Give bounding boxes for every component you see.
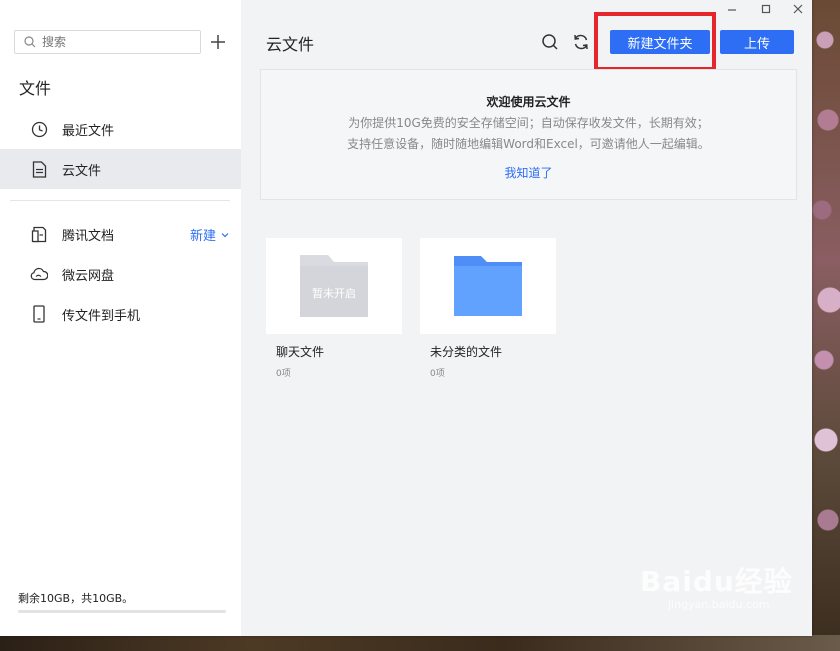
clock-icon [30, 120, 48, 138]
sidebar-item-send-to-phone[interactable]: 传文件到手机 [0, 294, 241, 334]
close-button[interactable] [789, 2, 807, 16]
sidebar-item-weiyun[interactable]: 微云网盘 [0, 254, 241, 294]
sidebar-item-cloud-files[interactable]: 云文件 [0, 149, 241, 189]
folder-thumbnail [420, 238, 556, 334]
tencent-docs-icon [30, 225, 48, 243]
phone-icon [30, 305, 48, 323]
maximize-icon [761, 4, 771, 14]
folder-name: 聊天文件 [276, 345, 325, 359]
sidebar-item-label: 腾讯文档 [62, 228, 115, 244]
desktop-background-bottom [0, 635, 840, 651]
search-icon [24, 36, 36, 48]
welcome-title: 欢迎使用云文件 [486, 95, 571, 109]
sidebar-item-label: 最近文件 [62, 123, 115, 139]
storage-text: 剩余10GB，共10GB。 [18, 592, 134, 605]
sidebar-item-label: 传文件到手机 [62, 308, 141, 324]
welcome-banner: 欢迎使用云文件 为你提供10G免费的安全存储空间；自动保存收发文件，长期有效； … [260, 69, 797, 200]
search-box[interactable] [14, 30, 201, 54]
minimize-icon [728, 9, 736, 11]
sidebar: 文件 最近文件 云文件 腾讯文档 新建 [0, 0, 241, 636]
folder-disabled-icon: 暂未开启 [300, 255, 368, 317]
folder-name: 未分类的文件 [430, 345, 503, 359]
upload-button[interactable]: 上传 [720, 30, 794, 54]
divider [10, 200, 230, 201]
dismiss-link[interactable]: 我知道了 [504, 164, 552, 181]
watermark-logo: Baidu经验 [640, 565, 793, 598]
sidebar-item-label: 云文件 [62, 163, 102, 179]
close-icon [793, 4, 803, 14]
chevron-down-icon [221, 232, 229, 237]
maximize-button[interactable] [757, 2, 775, 16]
new-doc-dropdown[interactable]: 新建 [190, 225, 230, 244]
folder-thumbnail: 暂未开启 [266, 238, 402, 334]
welcome-line-1: 为你提供10G免费的安全存储空间；自动保存收发文件，长期有效； [348, 116, 709, 130]
watermark: Baidu经验 jingyan.baidu.com [640, 560, 793, 611]
folder-count: 0项 [276, 369, 291, 379]
refresh-icon [574, 34, 588, 50]
storage-bar [18, 610, 226, 613]
plus-icon [211, 35, 225, 49]
app-window: 文件 最近文件 云文件 腾讯文档 新建 [0, 0, 812, 636]
welcome-line-2: 支持任意设备，随时随地编辑Word和Excel，可邀请他人一起编辑。 [347, 137, 710, 151]
folder-uncategorized[interactable]: 未分类的文件 0项 [420, 238, 556, 379]
minimize-button[interactable] [723, 2, 741, 16]
sidebar-item-recent[interactable]: 最近文件 [0, 109, 241, 149]
search-input[interactable] [40, 34, 194, 50]
refresh-button[interactable] [572, 33, 590, 51]
section-title: 文件 [19, 79, 52, 98]
desktop-background [810, 0, 840, 651]
document-icon [30, 160, 48, 178]
folder-count: 0项 [430, 369, 445, 379]
add-button[interactable] [207, 31, 229, 53]
search-button[interactable] [541, 33, 559, 51]
new-folder-button[interactable]: 新建文件夹 [610, 30, 710, 54]
cloud-icon [30, 265, 48, 283]
folder-chat-files[interactable]: 暂未开启 聊天文件 0项 [266, 238, 402, 379]
folder-status-text: 暂未开启 [312, 287, 356, 300]
folder-icon [454, 256, 522, 316]
search-icon [542, 34, 558, 50]
new-link-label: 新建 [190, 229, 217, 244]
page-title: 云文件 [266, 35, 315, 54]
sidebar-item-label: 微云网盘 [62, 268, 115, 284]
